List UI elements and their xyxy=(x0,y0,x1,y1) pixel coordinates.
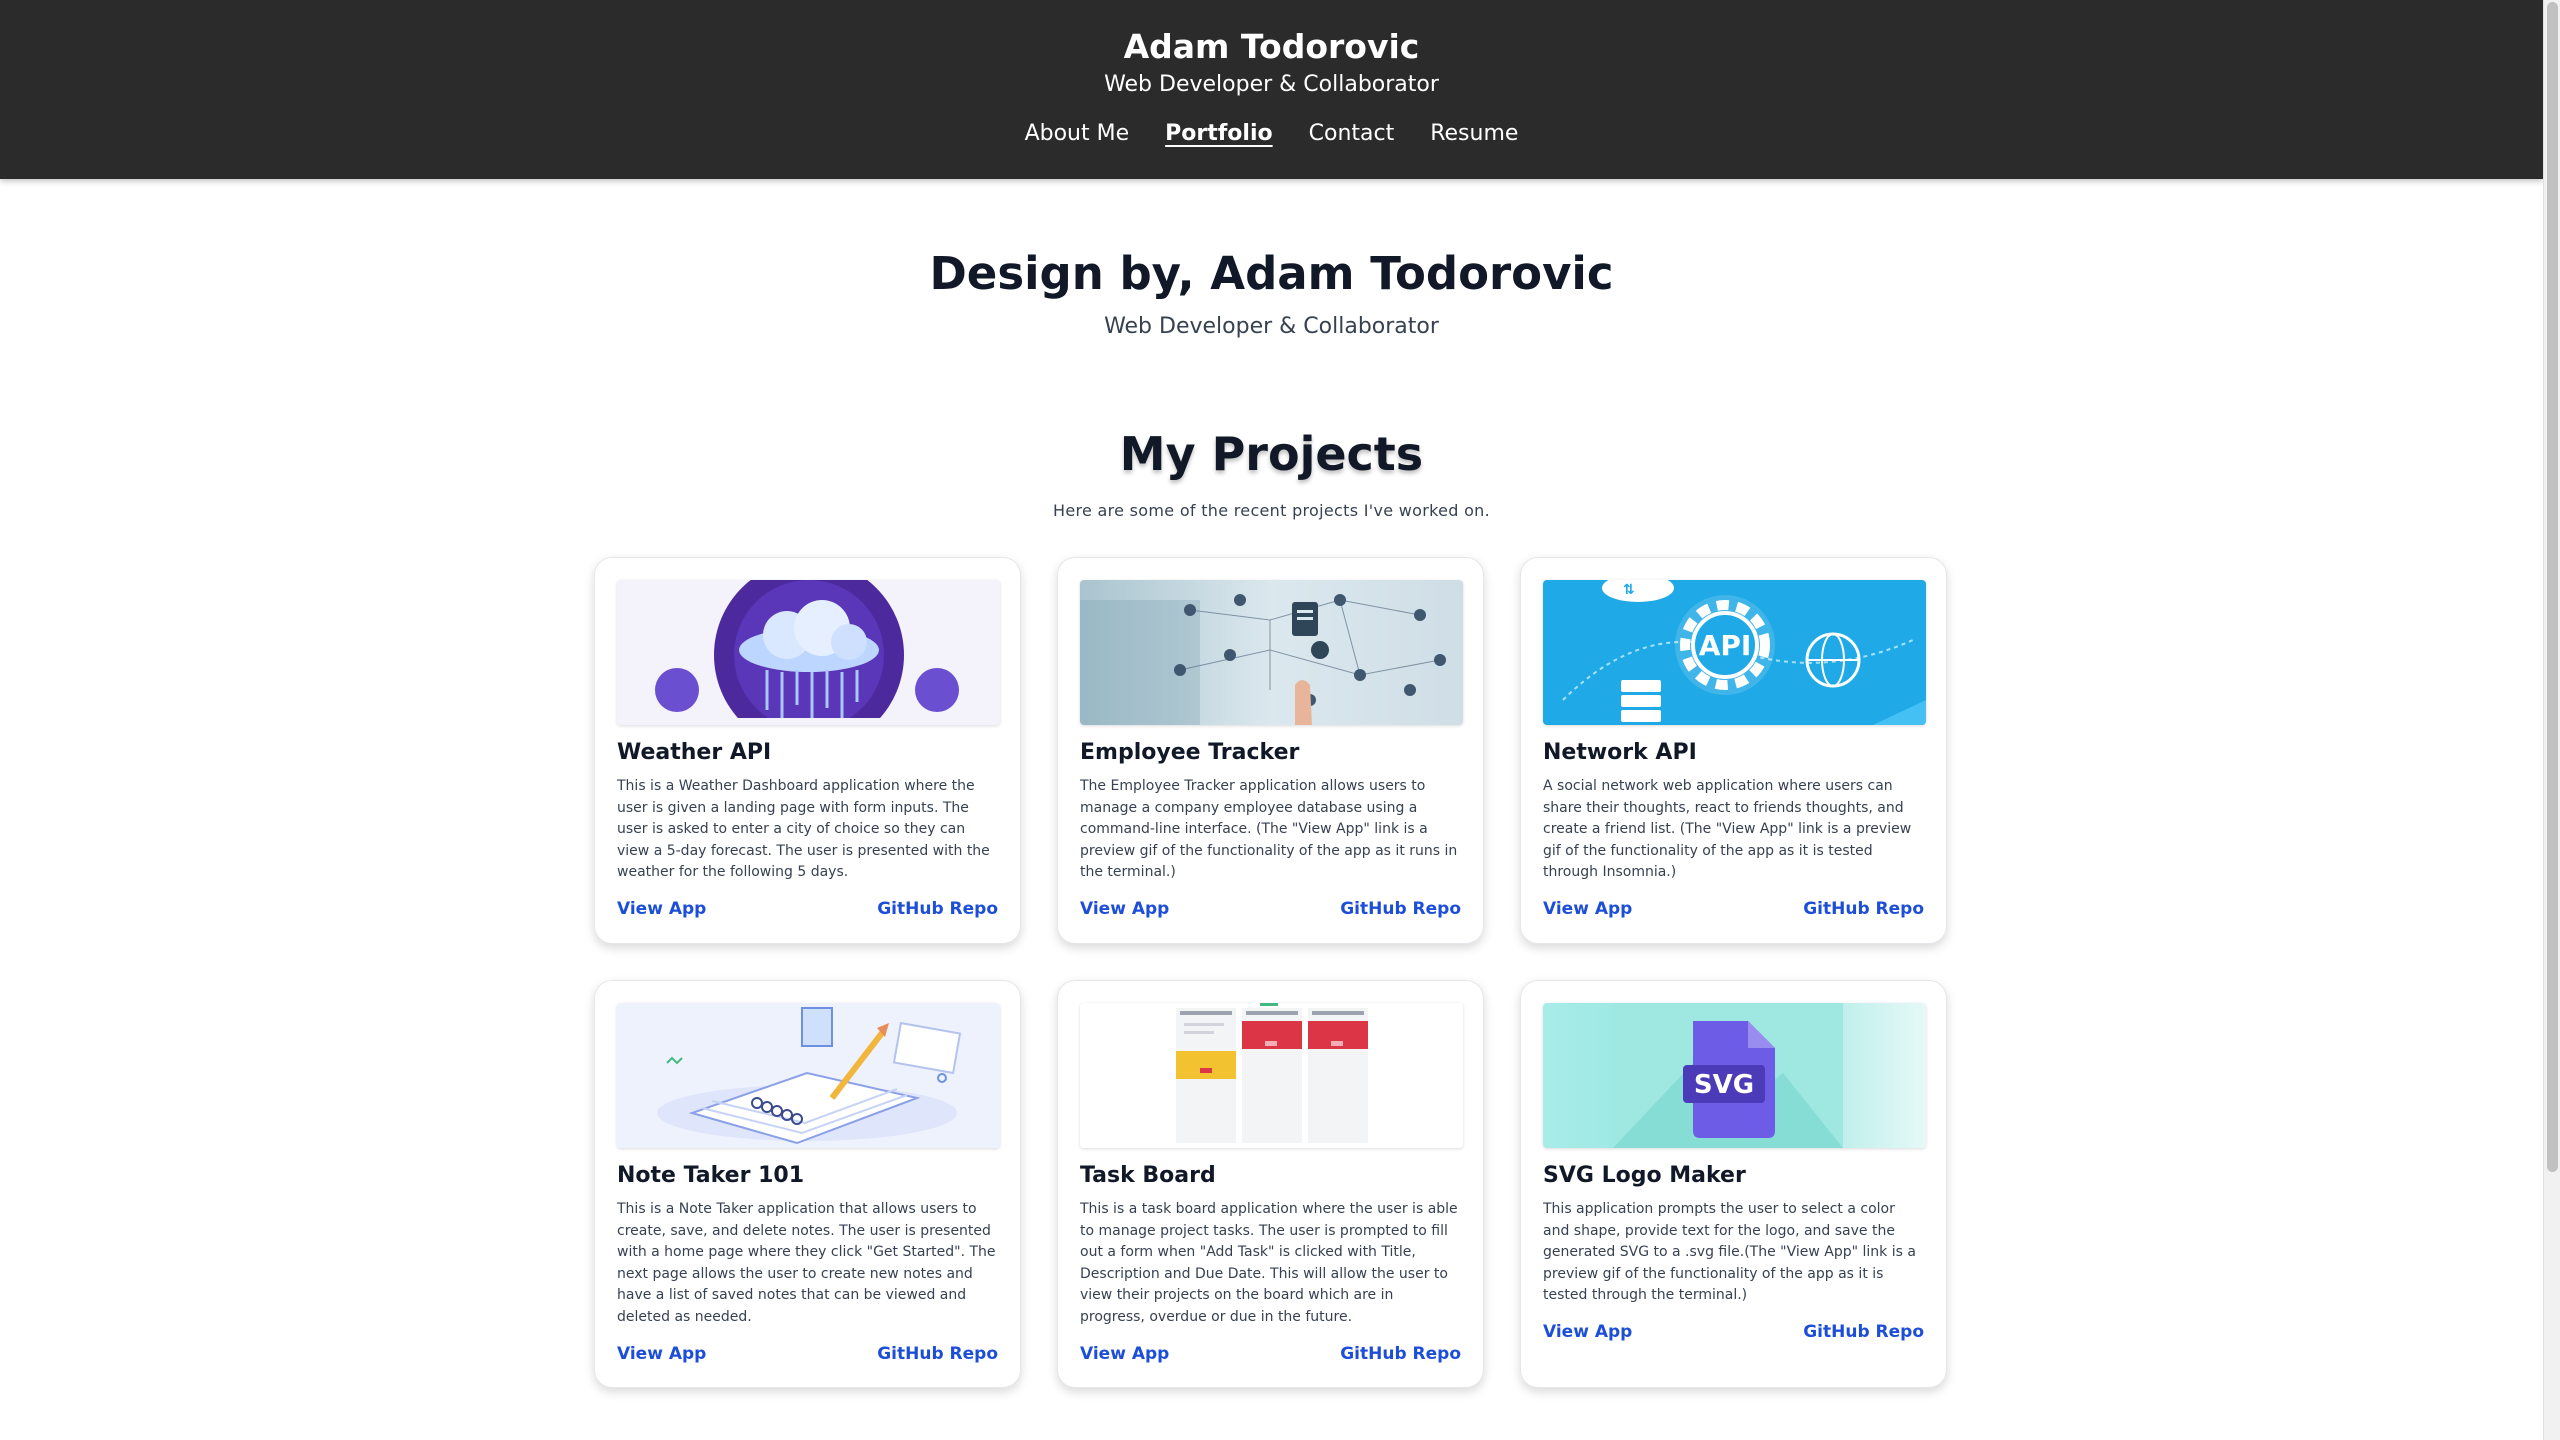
scrollbar-thumb[interactable] xyxy=(2547,2,2558,1172)
project-card-task-board: Task Board This is a task board applicat… xyxy=(1057,980,1484,1388)
view-app-link[interactable]: View App xyxy=(1543,1321,1632,1343)
svg-file-image: SVG xyxy=(1543,1003,1926,1148)
project-title: Network API xyxy=(1543,740,1697,765)
project-links: View App GitHub Repo xyxy=(1080,898,1461,920)
weather-thumbnail xyxy=(617,580,1000,725)
project-description: A social network web application where u… xyxy=(1543,778,1912,881)
hero-section: Design by, Adam Todorovic Web Developer … xyxy=(0,247,2543,341)
project-description: This is a task board application where t… xyxy=(1080,1201,1458,1325)
nav-about-me[interactable]: About Me xyxy=(1025,120,1130,148)
note-taker-thumbnail xyxy=(617,1003,1000,1148)
project-card-weather-api: Weather API This is a Weather Dashboard … xyxy=(594,557,1021,944)
project-links: View App GitHub Repo xyxy=(1080,1343,1461,1365)
network-api-thumbnail: ⇅ API xyxy=(1543,580,1926,725)
vertical-scrollbar[interactable] xyxy=(2543,0,2560,1440)
view-app-link[interactable]: View App xyxy=(1080,1343,1169,1365)
site-subtitle: Web Developer & Collaborator xyxy=(1104,72,1439,97)
projects-section: My Projects Here are some of the recent … xyxy=(0,427,2543,521)
project-title: SVG Logo Maker xyxy=(1543,1163,1746,1188)
project-description: This application prompts the user to sel… xyxy=(1543,1201,1916,1304)
nav-contact[interactable]: Contact xyxy=(1309,120,1395,148)
nav-portfolio[interactable]: Portfolio xyxy=(1165,120,1273,148)
site-title: Adam Todorovic xyxy=(1123,27,1420,66)
project-description: This is a Note Taker application that al… xyxy=(617,1201,996,1325)
project-card-note-taker: Note Taker 101 This is a Note Taker appl… xyxy=(594,980,1021,1388)
project-description: The Employee Tracker application allows … xyxy=(1080,778,1458,881)
github-repo-link[interactable]: GitHub Repo xyxy=(1803,898,1924,920)
view-app-link[interactable]: View App xyxy=(1543,898,1632,920)
hero-subtitle: Web Developer & Collaborator xyxy=(1104,314,1439,339)
task-board-thumbnail xyxy=(1080,1003,1463,1148)
github-repo-link[interactable]: GitHub Repo xyxy=(1340,1343,1461,1365)
cloud-rain-image xyxy=(617,580,1000,725)
projects-grid: Weather API This is a Weather Dashboard … xyxy=(594,557,1948,1388)
view-app-link[interactable]: View App xyxy=(617,898,706,920)
svg-text:⇅: ⇅ xyxy=(1623,582,1635,598)
view-app-link[interactable]: View App xyxy=(617,1343,706,1365)
notebook-image xyxy=(617,1003,1000,1148)
github-repo-link[interactable]: GitHub Repo xyxy=(1340,898,1461,920)
github-repo-link[interactable]: GitHub Repo xyxy=(1803,1321,1924,1343)
api-thumbnail-text: API xyxy=(1699,629,1752,662)
project-description: This is a Weather Dashboard application … xyxy=(617,778,990,881)
view-app-link[interactable]: View App xyxy=(1080,898,1169,920)
github-repo-link[interactable]: GitHub Repo xyxy=(877,1343,998,1365)
projects-title: My Projects xyxy=(1119,427,1424,481)
project-card-network-api: ⇅ API Network API A social network web a… xyxy=(1520,557,1947,944)
nav-resume[interactable]: Resume xyxy=(1430,120,1518,148)
project-links: View App GitHub Repo xyxy=(1543,898,1924,920)
site-header: Adam Todorovic Web Developer & Collabora… xyxy=(0,0,2543,179)
project-title: Task Board xyxy=(1080,1163,1216,1188)
svg-logo-thumbnail: SVG xyxy=(1543,1003,1926,1148)
projects-intro: Here are some of the recent projects I'v… xyxy=(1052,501,1490,520)
github-repo-link[interactable]: GitHub Repo xyxy=(877,898,998,920)
task-board-screenshot-image xyxy=(1080,1003,1463,1148)
svg-thumbnail-text: SVG xyxy=(1694,1070,1754,1100)
network-people-image xyxy=(1080,580,1463,725)
main-nav: About Me Portfolio Contact Resume xyxy=(0,120,2543,148)
employee-thumbnail xyxy=(1080,580,1463,725)
project-links: View App GitHub Repo xyxy=(617,1343,998,1365)
project-links: View App GitHub Repo xyxy=(1543,1321,1924,1343)
project-title: Weather API xyxy=(617,740,772,765)
api-gear-image: ⇅ API xyxy=(1543,580,1926,725)
project-title: Employee Tracker xyxy=(1080,740,1300,765)
project-title: Note Taker 101 xyxy=(617,1163,805,1188)
project-card-employee-tracker: Employee Tracker The Employee Tracker ap… xyxy=(1057,557,1484,944)
project-card-svg-logo-maker: SVG SVG Logo Maker This application prom… xyxy=(1520,980,1947,1388)
hero-title: Design by, Adam Todorovic xyxy=(929,247,1614,300)
portfolio-page: Adam Todorovic Web Developer & Collabora… xyxy=(0,0,2543,1440)
project-links: View App GitHub Repo xyxy=(617,898,998,920)
